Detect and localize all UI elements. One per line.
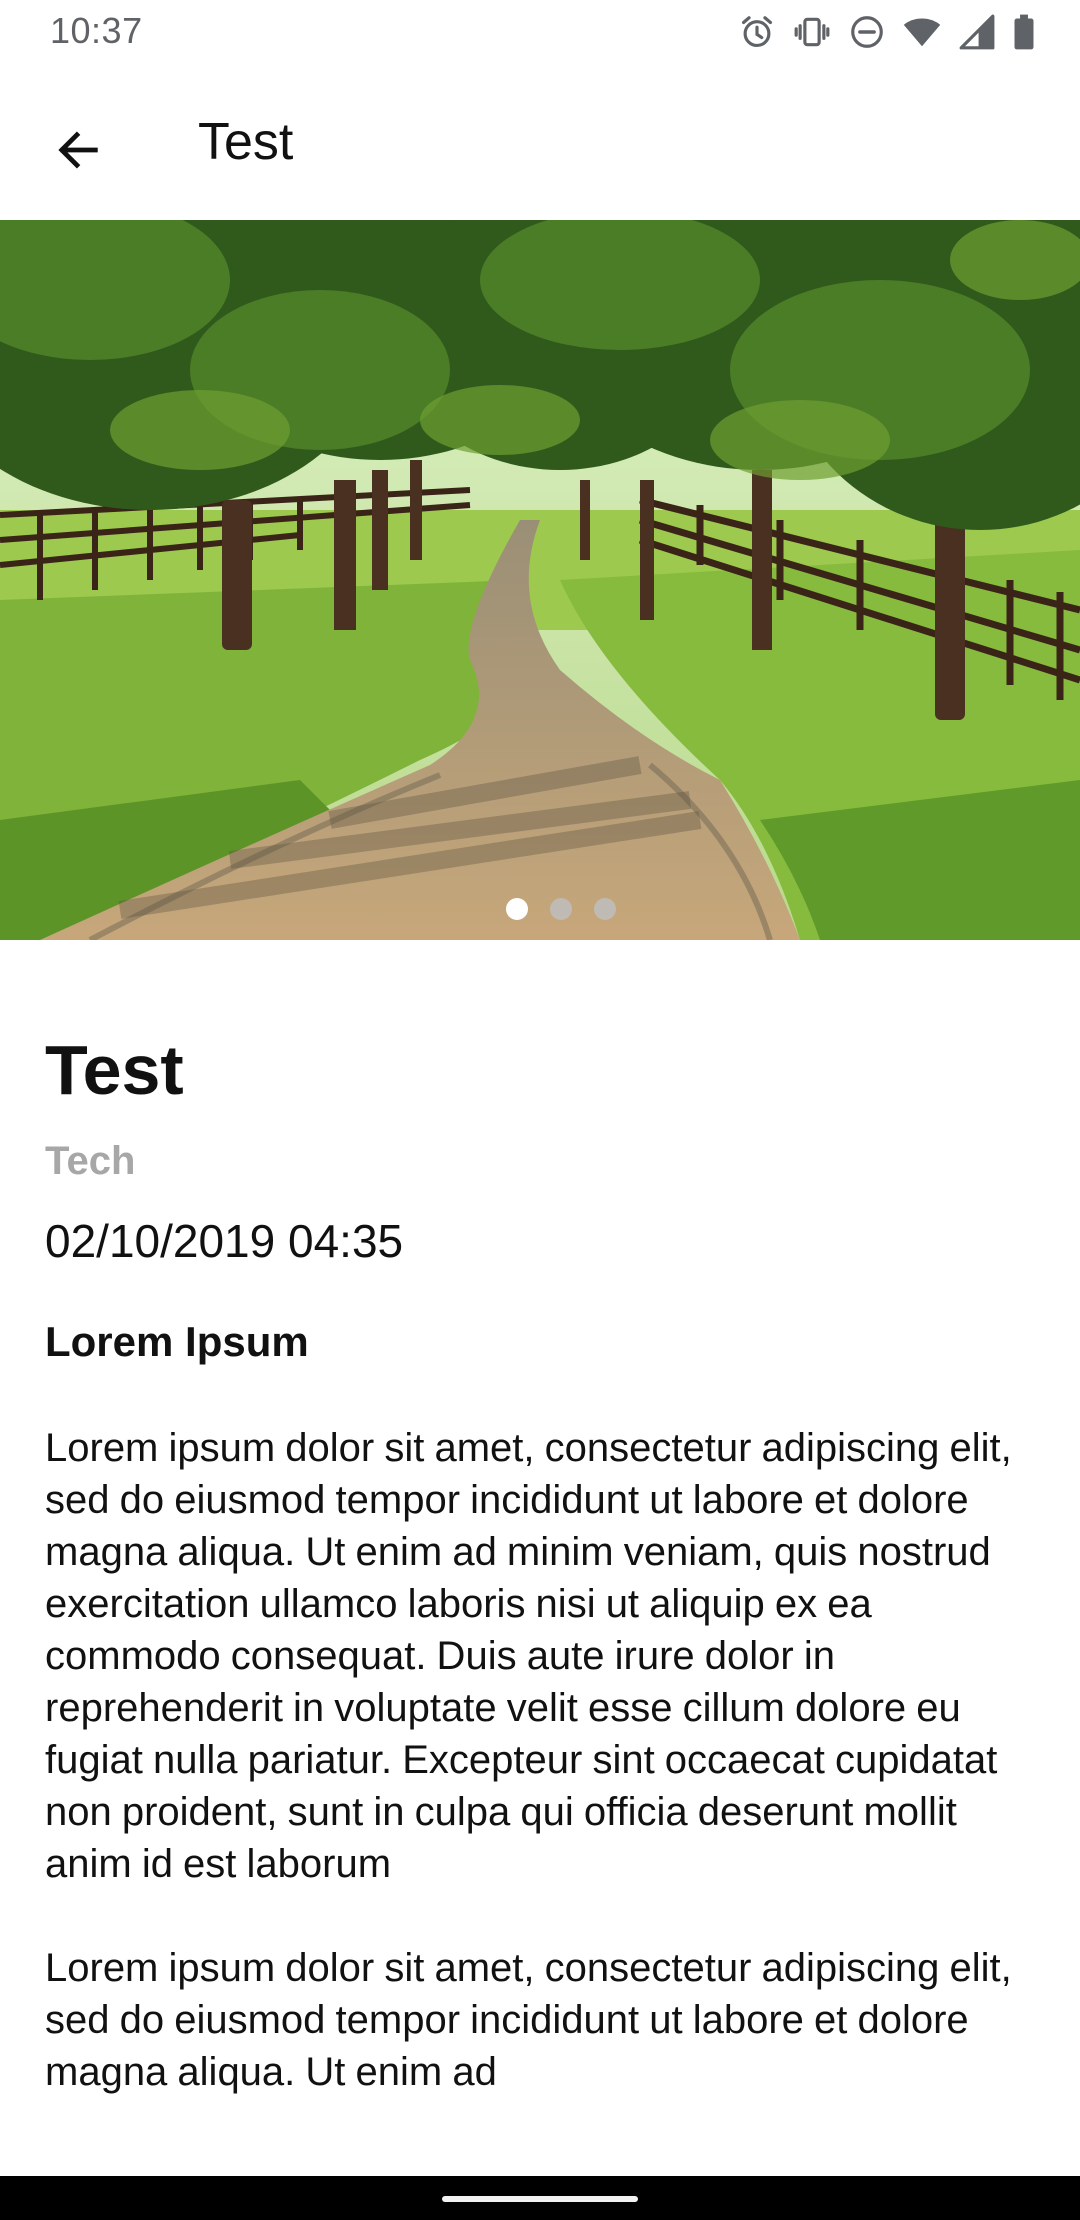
- carousel-dot-3[interactable]: [594, 898, 616, 920]
- article-category: Tech: [45, 1138, 136, 1183]
- back-button[interactable]: [36, 110, 120, 194]
- signal-icon: [958, 13, 996, 51]
- article-title: Test: [45, 1031, 184, 1109]
- vibrate-icon: [792, 13, 832, 51]
- article-heading: Lorem Ipsum: [45, 1317, 309, 1365]
- arrow-back-icon: [52, 124, 104, 181]
- system-nav-bar: [0, 2176, 1080, 2220]
- carousel-image: [0, 220, 1080, 940]
- wifi-icon: [902, 13, 942, 51]
- carousel-dot-2[interactable]: [550, 898, 572, 920]
- alarm-icon: [738, 13, 776, 51]
- page-title: Test: [198, 113, 294, 171]
- status-bar: 10:37: [0, 0, 1080, 66]
- article-date: 02/10/2019 04:35: [45, 1214, 404, 1267]
- image-carousel[interactable]: [0, 220, 1080, 940]
- app-bar: Test: [0, 66, 1080, 220]
- article-paragraph: Lorem ipsum dolor sit amet, consectetur …: [45, 1425, 1012, 1886]
- article-paragraph: Lorem ipsum dolor sit amet, consectetur …: [45, 1945, 1012, 2094]
- status-icons: [738, 12, 1036, 52]
- article: Test Tech 02/10/2019 04:35 Lorem Ipsum L…: [45, 1030, 1045, 2098]
- do-not-disturb-icon: [848, 13, 886, 51]
- battery-icon: [1012, 13, 1036, 51]
- carousel-dot-1[interactable]: [506, 898, 528, 920]
- status-time: 10:37: [50, 10, 143, 51]
- home-indicator[interactable]: [442, 2196, 638, 2202]
- carousel-indicator: [0, 898, 1080, 920]
